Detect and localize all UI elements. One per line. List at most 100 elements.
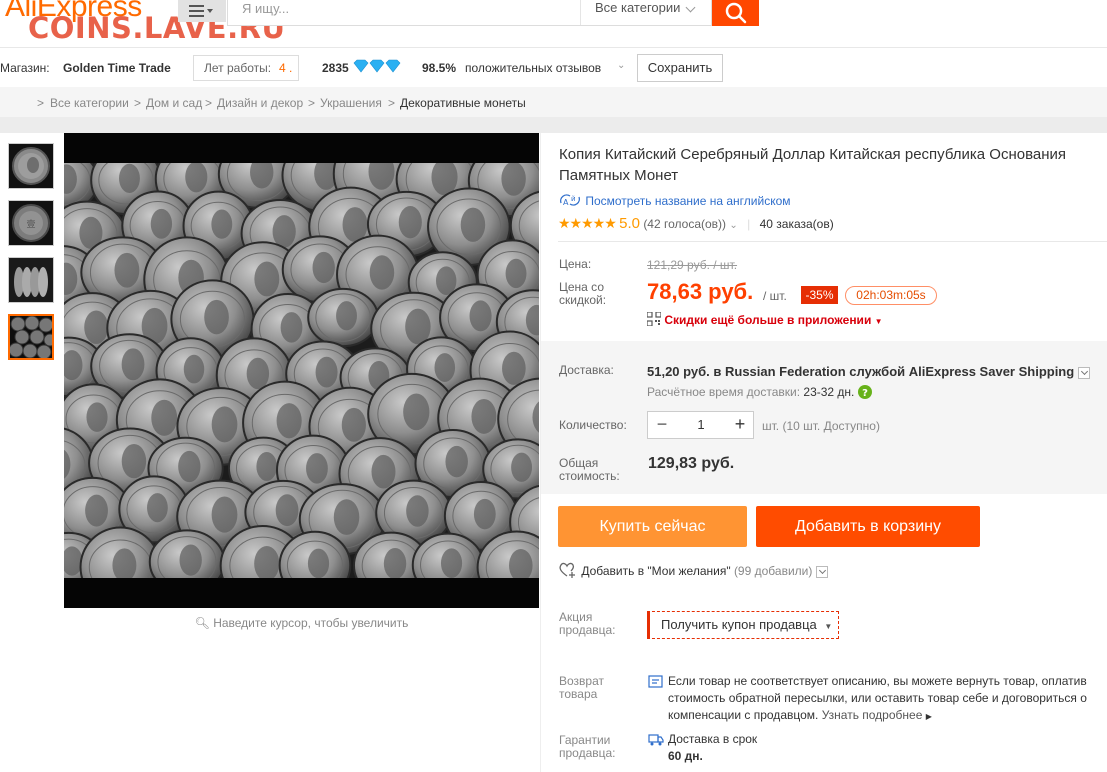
coin-portrait (112, 548, 137, 582)
store-years-label: Лет работы: (204, 61, 272, 75)
wishlist-dropdown-icon[interactable] (815, 565, 828, 578)
coin-portrait (460, 207, 486, 242)
coin-portrait (272, 215, 296, 248)
quantity-decrease-button[interactable]: − (648, 412, 676, 438)
store-years-value: 4 . (279, 61, 293, 75)
coin-portrait (204, 299, 229, 335)
return-icon (648, 675, 663, 688)
seller-promo-label: Акция продавца: (559, 610, 616, 637)
search-bar: Я ищу... Все категории (227, 0, 712, 26)
coin-portrait (511, 452, 533, 482)
coin-portrait (406, 495, 429, 527)
svg-text:壹: 壹 (26, 218, 35, 230)
help-icon[interactable]: ? (857, 385, 872, 399)
translate-link[interactable]: A й Посмотреть название на английском (558, 193, 791, 208)
separator: | (747, 217, 751, 231)
save-store-button[interactable]: Сохранить (637, 54, 723, 82)
coin-portrait (403, 393, 430, 431)
product-title: Копия Китайский Серебряный Доллар Китайс… (559, 146, 1066, 184)
breadcrumb-sep: > (308, 96, 316, 110)
guarantee-label: Гарантии продавца: (559, 733, 616, 760)
quantity-increase-button[interactable]: + (726, 412, 754, 438)
app-promo-text[interactable]: Скидки ещё больше в приложении (664, 313, 871, 327)
coin-portrait (185, 161, 208, 193)
votes-link[interactable]: (42 голоса(ов)) (643, 217, 726, 231)
breadcrumb: > Все категории > Дом и сад > Дизайн и д… (0, 87, 1107, 117)
breadcrumb-item[interactable]: Дизайн и декор (217, 96, 303, 110)
categories-menu-button[interactable] (178, 0, 226, 22)
return-policy: Если товар не соответствует описанию, вы… (668, 673, 1088, 725)
coin-portrait (336, 301, 357, 331)
thumbnail-4-selected[interactable] (8, 314, 54, 360)
breadcrumb-item[interactable]: Украшения (320, 96, 382, 110)
translate-link-text[interactable]: Посмотреть название на английском (585, 194, 790, 208)
breadcrumb-item[interactable]: Дом и сад (146, 96, 202, 110)
coin-portrait (147, 493, 168, 523)
search-input[interactable]: Я ищу... (242, 0, 289, 18)
caret-down-icon: ▼ (824, 622, 833, 631)
app-promo-link[interactable]: Скидки ещё больше в приложении ▼ (646, 311, 883, 327)
coin-portrait (431, 158, 458, 196)
qr-code-icon (646, 311, 662, 327)
search-button[interactable] (712, 0, 759, 26)
coin-thumbnail-image (10, 316, 52, 358)
thumbnail-1[interactable] (8, 143, 54, 189)
buy-now-button[interactable]: Купить сейчас (558, 506, 747, 547)
coin-portrait (280, 312, 303, 343)
quantity-label: Количество: (559, 418, 627, 432)
coin-portrait (312, 251, 335, 284)
magnifier-icon: 🔍︎ (194, 616, 210, 630)
coin-thumbnail-image: 壹 (9, 201, 53, 245)
breadcrumb-sep: > (134, 96, 142, 110)
coin-portrait (306, 453, 328, 484)
coin-portrait (85, 494, 108, 527)
learn-more-link[interactable]: Узнать подробнее (822, 708, 923, 722)
coin-portrait (183, 354, 205, 384)
thumbnail-2[interactable]: 壹 (8, 200, 54, 246)
coin-portrait (256, 452, 278, 481)
coupon-text: Получить купон продавца (661, 617, 817, 632)
svg-text:й: й (571, 195, 576, 203)
coin-thumbnail-image (9, 258, 53, 302)
coin-portrait (254, 261, 280, 297)
search-icon (725, 2, 746, 24)
translate-icon: A й (560, 194, 580, 207)
shipping-info[interactable]: 51,20 руб. в Russian Federation службой … (647, 364, 1090, 379)
coin-portrait (179, 544, 202, 576)
shipping-dropdown-icon[interactable] (1077, 366, 1090, 379)
store-years-number: 4 (279, 61, 286, 75)
get-coupon-button[interactable]: Получить купон продавца ▼ (647, 611, 839, 639)
delivery-time: Расчётное время доставки: 23-32 дн. ? (647, 385, 872, 399)
category-select[interactable]: Все категории (580, 0, 712, 25)
coin-portrait (119, 163, 140, 193)
wishlist-link[interactable]: Добавить в "Мои желания" (99 добавили) (558, 562, 828, 578)
countdown-timer: 02h:03m:05s (845, 286, 937, 305)
thumbnail-3[interactable] (8, 257, 54, 303)
guarantee-text: Доставка в срок (668, 732, 758, 746)
orders-count: 40 заказа(ов) (759, 217, 834, 231)
wishlist-text[interactable]: Добавить в "Мои желания" (581, 564, 730, 578)
add-to-cart-button[interactable]: Добавить в корзину (756, 506, 980, 547)
coin-portrait (114, 252, 140, 288)
breadcrumb-item[interactable]: Все категории (50, 96, 129, 110)
discount-price-label: Цена со скидкой: (559, 280, 607, 307)
chevron-down-icon[interactable]: ⌄ (729, 220, 737, 231)
caret-right-icon: ▶ (925, 712, 932, 721)
quantity-input[interactable]: 1 (676, 412, 726, 438)
breadcrumb-sep: > (205, 96, 213, 110)
quantity-stepper: − 1 + (647, 411, 754, 439)
category-select-label: Все категории (595, 0, 681, 15)
feedback-chevron-icon[interactable]: ⌄ (617, 60, 625, 71)
coin-portrait (246, 357, 270, 390)
store-bar: Магазин: Golden Time Trade Лет работы: 4… (0, 53, 1107, 83)
feedback-label[interactable]: положительных отзывов (465, 61, 601, 75)
main-product-image[interactable] (64, 133, 539, 608)
coin-portrait (275, 494, 299, 527)
store-name[interactable]: Golden Time Trade (63, 61, 171, 75)
old-price: 121,29 руб. / шт. (647, 258, 738, 272)
svg-text:A: A (563, 198, 569, 207)
coin-portrait (471, 398, 497, 434)
coin-portrait (211, 209, 233, 239)
divider (540, 133, 541, 772)
total-label: Общая стоимость: (559, 456, 620, 483)
